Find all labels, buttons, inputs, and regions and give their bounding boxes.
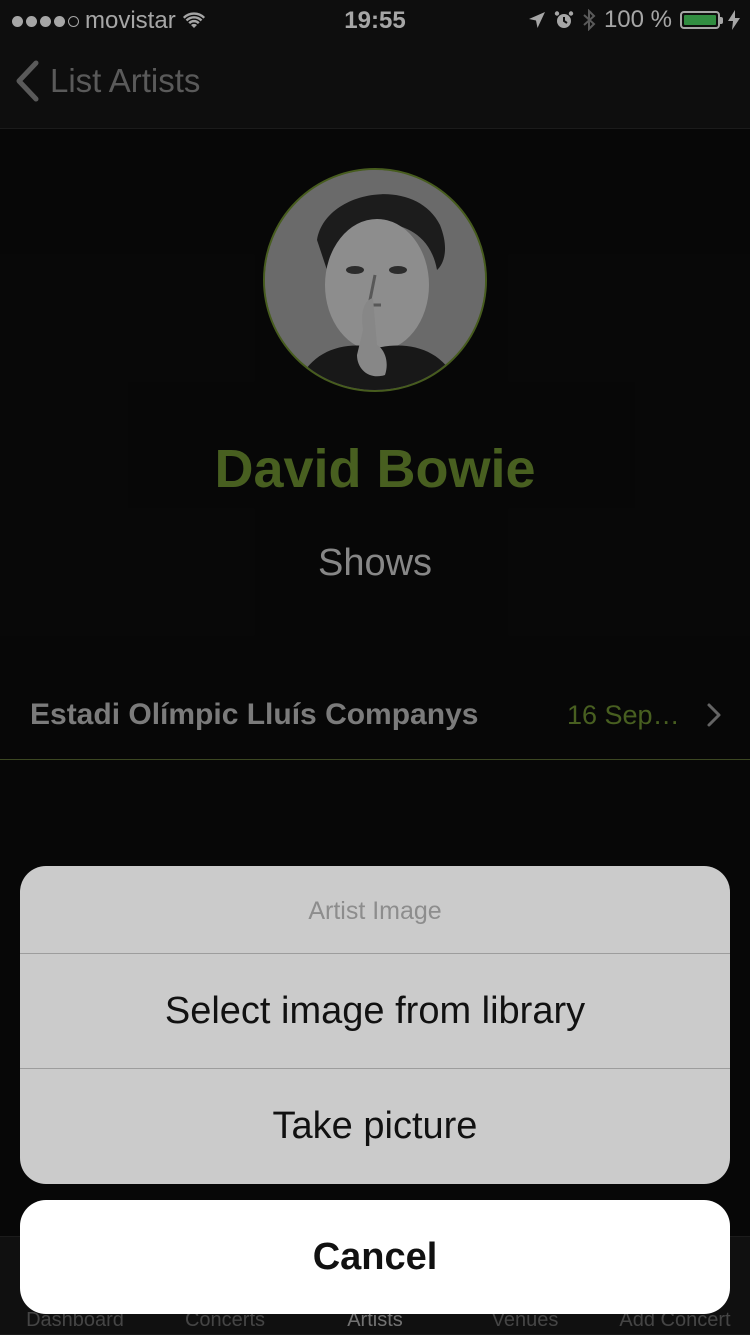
select-from-library-button[interactable]: Select image from library [20, 954, 730, 1069]
cancel-button[interactable]: Cancel [20, 1200, 730, 1314]
action-sheet-title: Artist Image [20, 866, 730, 954]
take-picture-button[interactable]: Take picture [20, 1069, 730, 1184]
action-sheet: Artist Image Select image from library T… [20, 866, 730, 1184]
